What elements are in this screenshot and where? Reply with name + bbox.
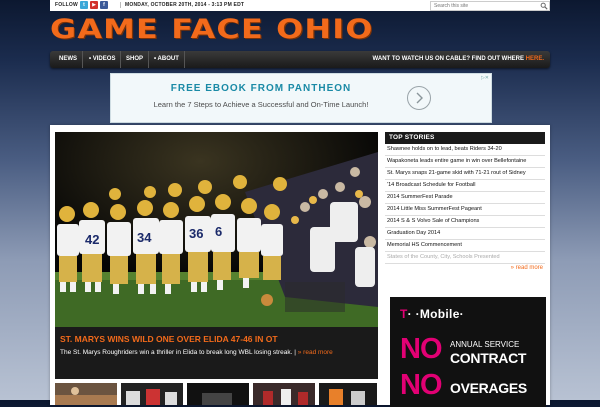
cable-cta: WANT TO WATCH US ON CABLE? FIND OUT WHER…: [373, 51, 544, 68]
youtube-icon[interactable]: ▶: [90, 1, 98, 9]
top-stories-title: TOP STORIES: [385, 132, 545, 144]
search-icon[interactable]: [540, 2, 548, 10]
nav-videos[interactable]: • VIDEOS: [84, 51, 122, 68]
ad-no-2: NO: [400, 369, 442, 401]
social-links: t ▶ f: [80, 1, 108, 9]
hero-summary: The St. Marys Roughriders win a thriller…: [60, 349, 333, 356]
cable-cta-text: WANT TO WATCH US ON CABLE? FIND OUT WHER…: [372, 56, 524, 62]
chevron-right-icon[interactable]: [407, 86, 431, 110]
hero-summary-text: The St. Marys Roughriders win a thriller…: [60, 349, 293, 356]
hero-headline[interactable]: ST. MARYS WINS WILD ONE OVER ELIDA 47-46…: [60, 334, 278, 344]
search-box: [430, 1, 550, 11]
story-link[interactable]: Shawnee holds on to lead, beats Riders 3…: [385, 144, 545, 156]
ad-line-2: OVERAGES: [450, 380, 527, 396]
ad-line-1b: CONTRACT: [450, 350, 527, 366]
top-stories-read-more-link[interactable]: » read more: [385, 264, 545, 271]
ad-line-1a: ANNUAL SERVICE: [450, 340, 520, 349]
main-panel: 42 34 36 6 ST. MARYS WINS WILD ONE OVER …: [50, 125, 550, 407]
story-link[interactable]: 2014 S & S Volvo Sale of Champions: [385, 216, 545, 228]
svg-text:42: 42: [85, 232, 99, 247]
tmobile-logo-t: T: [400, 307, 408, 321]
thumbnail-2[interactable]: [121, 383, 183, 405]
svg-text:34: 34: [137, 230, 152, 245]
thumbnail-3[interactable]: [187, 383, 249, 405]
follow-label: FOLLOW: [55, 2, 78, 8]
thumbnail-5[interactable]: [319, 383, 377, 405]
svg-text:6: 6: [215, 224, 222, 239]
story-link[interactable]: Wapakoneta leads entire game in win over…: [385, 156, 545, 168]
ad-choices-icon[interactable]: ▷✕: [481, 75, 489, 81]
story-link[interactable]: St. Marys snaps 21-game skid with 71-21 …: [385, 168, 545, 180]
thumbnail-4[interactable]: [253, 383, 315, 405]
twitter-icon[interactable]: t: [80, 1, 88, 9]
ad-subtitle: Learn the 7 Steps to Achieve a Successfu…: [153, 100, 369, 109]
ad-no-1: NO: [400, 333, 442, 365]
football-team-celebration-image: 42 34 36 6: [55, 132, 378, 327]
top-stories: TOP STORIES Shawnee holds on to lead, be…: [385, 132, 545, 271]
date-time: MONDAY, OCTOBER 20TH, 2014 - 3:13 PM EDT: [120, 2, 244, 8]
story-link[interactable]: States of the County, City, Schools Pres…: [385, 252, 545, 264]
svg-text:36: 36: [189, 226, 203, 241]
hero-separator: |: [294, 349, 296, 356]
story-link[interactable]: 2014 Little Miss SummerFest Pageant: [385, 204, 545, 216]
thumbnail-1[interactable]: [55, 383, 117, 405]
story-link[interactable]: Memorial HS Commencement: [385, 240, 545, 252]
site-logo[interactable]: GAME FACE OHIO: [50, 14, 374, 45]
nav-news[interactable]: NEWS: [54, 51, 83, 68]
nav-about[interactable]: • ABOUT: [149, 51, 185, 68]
ad-title: FREE EBOOK FROM PANTHEON: [170, 83, 352, 94]
story-link[interactable]: Graduation Day 2014: [385, 228, 545, 240]
tmobile-ad[interactable]: T· ·Mobile· NO ANNUAL SERVICE CONTRACT N…: [390, 297, 546, 407]
hero-photo[interactable]: 42 34 36 6: [55, 132, 378, 327]
cable-cta-link[interactable]: HERE.: [526, 56, 544, 62]
hero-caption: ST. MARYS WINS WILD ONE OVER ELIDA 47-46…: [55, 327, 378, 379]
thumbnail-strip: [55, 383, 378, 405]
search-input[interactable]: [431, 2, 537, 10]
main-nav: NEWS • VIDEOS SHOP • ABOUT WANT TO WATCH…: [50, 51, 550, 68]
facebook-icon[interactable]: f: [100, 1, 108, 9]
story-link[interactable]: '14 Broadcast Schedule for Football: [385, 180, 545, 192]
nav-shop[interactable]: SHOP: [121, 51, 150, 68]
tmobile-logo-rest: · ·Mobile·: [407, 307, 464, 321]
top-bar: FOLLOW t ▶ f MONDAY, OCTOBER 20TH, 2014 …: [50, 0, 550, 11]
story-link[interactable]: 2014 SummerFest Parade: [385, 192, 545, 204]
tmobile-logo: T· ·Mobile·: [400, 307, 464, 321]
hero-read-more-link[interactable]: » read more: [298, 349, 333, 356]
ad-banner[interactable]: FREE EBOOK FROM PANTHEON Learn the 7 Ste…: [110, 73, 492, 123]
